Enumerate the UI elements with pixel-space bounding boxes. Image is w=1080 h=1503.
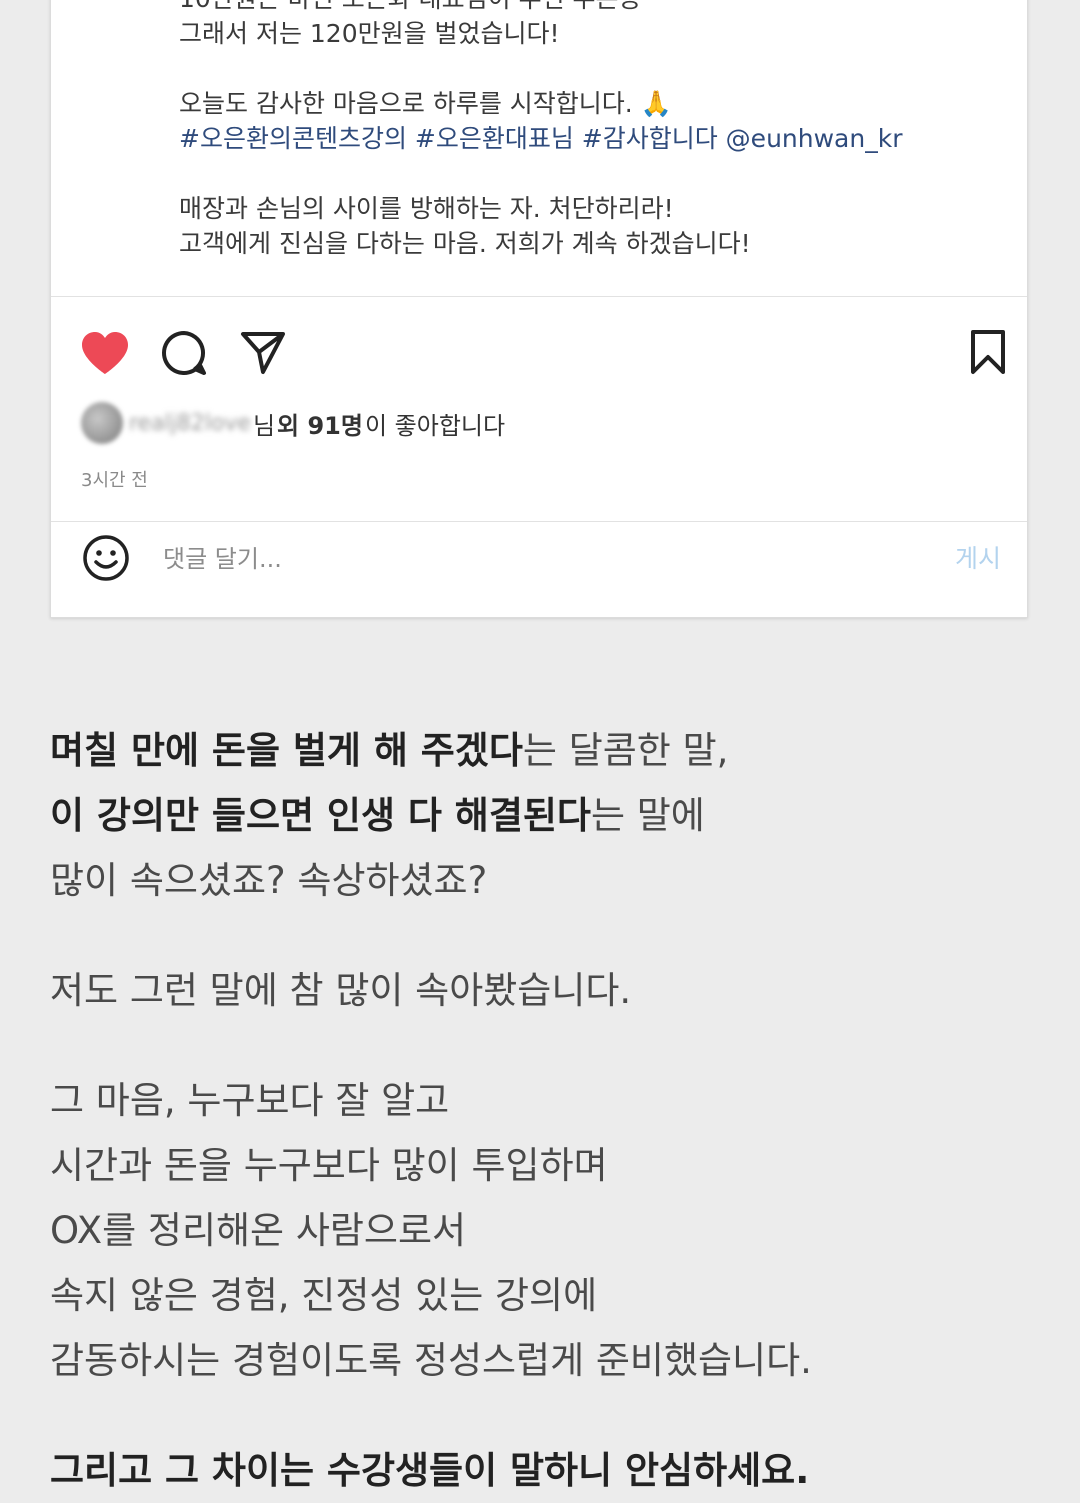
likes-count: 외 91명 (277, 411, 363, 440)
body-paragraph: 이 강의만 들으면 인생 다 해결된다는 말에 (50, 783, 1030, 848)
caption-line: 고객에게 진심을 다하는 마음. 저희가 계속 하겠습니다! (179, 229, 751, 258)
likes-suffix: 이 좋아합니다 (364, 411, 506, 440)
divider (51, 296, 1027, 297)
caption-line: 오늘도 감사한 마음으로 하루를 시작합니다. 🙏 (179, 89, 672, 118)
heart-icon[interactable] (79, 329, 131, 377)
post-timestamp: 3시간 전 (81, 470, 148, 491)
body-paragraph: 며칠 만에 돈을 벌게 해 주겠다는 달콤한 말, (50, 718, 1030, 783)
comment-icon[interactable] (159, 329, 209, 377)
bookmark-icon[interactable] (967, 327, 1009, 377)
article-body: 며칠 만에 돈을 벌게 해 주겠다는 달콤한 말, 이 강의만 들으면 인생 다… (50, 718, 1030, 1503)
likes-summary[interactable]: realj82love 님 외 91명 이 좋아합니다 (81, 401, 505, 445)
liker-username: realj82love (129, 410, 251, 436)
caption-line: 그래서 저는 120만원을 벌었습니다! (179, 19, 560, 48)
avatar (81, 402, 123, 444)
caption-line: 매장과 손님의 사이를 방해하는 자. 처단하리라! (179, 194, 674, 223)
caption-line: 10만원은 바닌 오은화 대표님이 부진 무존동 (179, 0, 902, 16)
body-paragraph: 감동하시는 경험이도록 정성스럽게 준비했습니다. (50, 1339, 812, 1382)
body-paragraph: 속지 않은 경험, 진정성 있는 강의에 (50, 1274, 598, 1317)
body-paragraph: 시간과 돈을 누구보다 많이 투입하며 (50, 1144, 608, 1187)
body-paragraph: 저도 그런 말에 참 많이 속아봤습니다. (50, 969, 632, 1012)
smiley-icon[interactable] (81, 533, 131, 583)
comment-bar: 게시 (81, 533, 1001, 583)
post-comment-button[interactable]: 게시 (955, 539, 1001, 575)
post-caption: 10만원은 바닌 오은화 대표님이 부진 무존동 그래서 저는 120만원을 벌… (179, 0, 902, 261)
body-paragraph: 그 마음, 누구보다 잘 알고 (50, 1079, 450, 1122)
body-text: 는 말에 (590, 794, 705, 837)
likes-suffix: 님 (252, 411, 276, 440)
emphasis-text: 며칠 만에 돈을 벌게 해 주겠다 (50, 729, 523, 772)
closing-statement: 그리고 그 차이는 수강생들이 말하니 안심하세요. (50, 1449, 810, 1492)
post-actions (79, 325, 1009, 381)
comment-input[interactable] (161, 541, 865, 577)
body-paragraph: 많이 속으셨죠? 속상하셨죠? (50, 859, 488, 902)
divider (51, 521, 1027, 522)
share-icon[interactable] (239, 329, 287, 377)
caption-hashtags[interactable]: #오은환의콘텐츠강의 #오은환대표님 #감사합니다 @eunhwan_kr (179, 121, 902, 156)
instagram-post-card: 10만원은 바닌 오은화 대표님이 부진 무존동 그래서 저는 120만원을 벌… (50, 0, 1028, 618)
emphasis-text: 이 강의만 들으면 인생 다 해결된다 (50, 794, 591, 837)
body-paragraph: OX를 정리해온 사람으로서 (50, 1209, 467, 1252)
body-text: 는 달콤한 말, (522, 729, 729, 772)
